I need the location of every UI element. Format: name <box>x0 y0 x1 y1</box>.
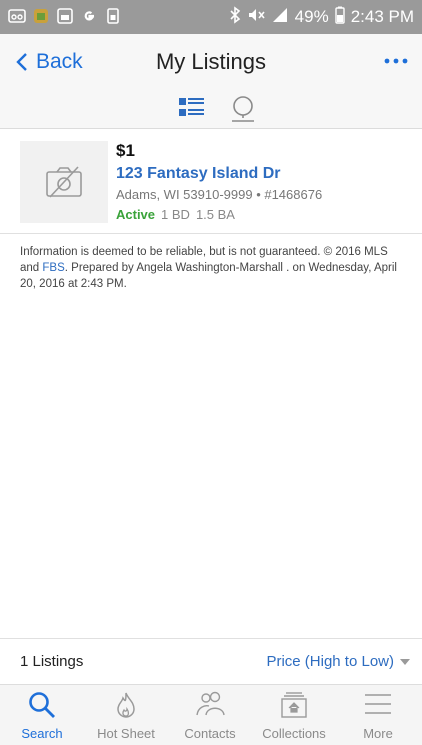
ellipsis-icon <box>384 58 408 64</box>
results-bar: 1 Listings Price (High to Low) <box>0 638 422 685</box>
tab-hot-sheet[interactable]: Hot Sheet <box>84 685 168 745</box>
voicemail-icon <box>8 7 26 25</box>
menu-icon <box>365 694 391 714</box>
bluetooth-icon <box>229 5 241 29</box>
clock: 2:43 PM <box>350 7 414 26</box>
battery-percent: 49% <box>294 7 329 26</box>
status-icons-left <box>8 7 122 25</box>
listing-item[interactable]: $1 123 Fantasy Island Dr Adams, WI 53910… <box>0 129 422 234</box>
status-bar: 49% 2:43 PM <box>0 0 422 34</box>
nav-header: Back My Listings <box>0 34 422 90</box>
more-options-button[interactable] <box>384 52 408 70</box>
back-button-label: Back <box>36 50 83 73</box>
collections-icon <box>281 692 307 718</box>
tab-search-label: Search <box>21 726 63 741</box>
tab-contacts[interactable]: Contacts <box>168 685 252 745</box>
list-view-button[interactable] <box>178 97 206 124</box>
tab-more-label: More <box>363 726 393 741</box>
sort-dropdown[interactable]: Price (High to Low) <box>266 639 410 685</box>
image-notification-icon <box>56 7 74 25</box>
listing-price: $1 <box>116 141 135 160</box>
tab-hot-sheet-label: Hot Sheet <box>97 726 155 741</box>
tab-collections-label: Collections <box>262 726 326 741</box>
listing-photo-placeholder <box>20 141 108 223</box>
app-notification-icon <box>32 7 50 25</box>
chevron-left-icon <box>16 53 27 71</box>
listing-count: 1 Listings <box>20 653 84 670</box>
map-view-button[interactable] <box>228 94 258 129</box>
signal-icon <box>271 7 289 28</box>
google-icon <box>80 7 98 25</box>
listing-meta: Active 1 BD 1.5 BA <box>116 207 235 222</box>
sort-label: Price (High to Low) <box>266 653 394 670</box>
search-icon <box>29 692 55 718</box>
view-toggle-bar <box>0 90 422 129</box>
disclaimer-text: Information is deemed to be reliable, bu… <box>20 244 404 292</box>
tab-contacts-label: Contacts <box>184 726 236 741</box>
map-pin-icon <box>232 96 254 122</box>
listing-address[interactable]: 123 Fantasy Island Dr <box>116 165 281 183</box>
listing-beds: 1 BD <box>161 207 190 222</box>
contacts-icon <box>196 691 225 716</box>
bottom-nav: Search Hot Sheet Contacts Collections Mo… <box>0 684 422 745</box>
listing-city-mls: Adams, WI 53910-9999 • #1468676 <box>116 187 323 202</box>
tab-collections[interactable]: Collections <box>252 685 336 745</box>
mute-icon <box>247 7 265 28</box>
listing-baths: 1.5 BA <box>195 207 235 222</box>
fbs-link[interactable]: FBS <box>42 262 64 274</box>
status-badge: Active <box>116 207 156 222</box>
disclaimer-part-2: . Prepared by Angela Washington-Marshall… <box>20 262 397 290</box>
flame-icon <box>117 692 135 718</box>
status-icons-right: 49% 2:43 PM <box>229 0 414 34</box>
tab-search[interactable]: Search <box>0 685 84 745</box>
back-button[interactable]: Back <box>16 34 83 90</box>
tab-more[interactable]: More <box>336 685 420 745</box>
no-photo-icon <box>46 166 82 198</box>
caret-down-icon <box>400 659 410 665</box>
file-notification-icon <box>104 7 122 25</box>
battery-icon <box>334 6 345 29</box>
list-view-icon <box>179 98 204 116</box>
